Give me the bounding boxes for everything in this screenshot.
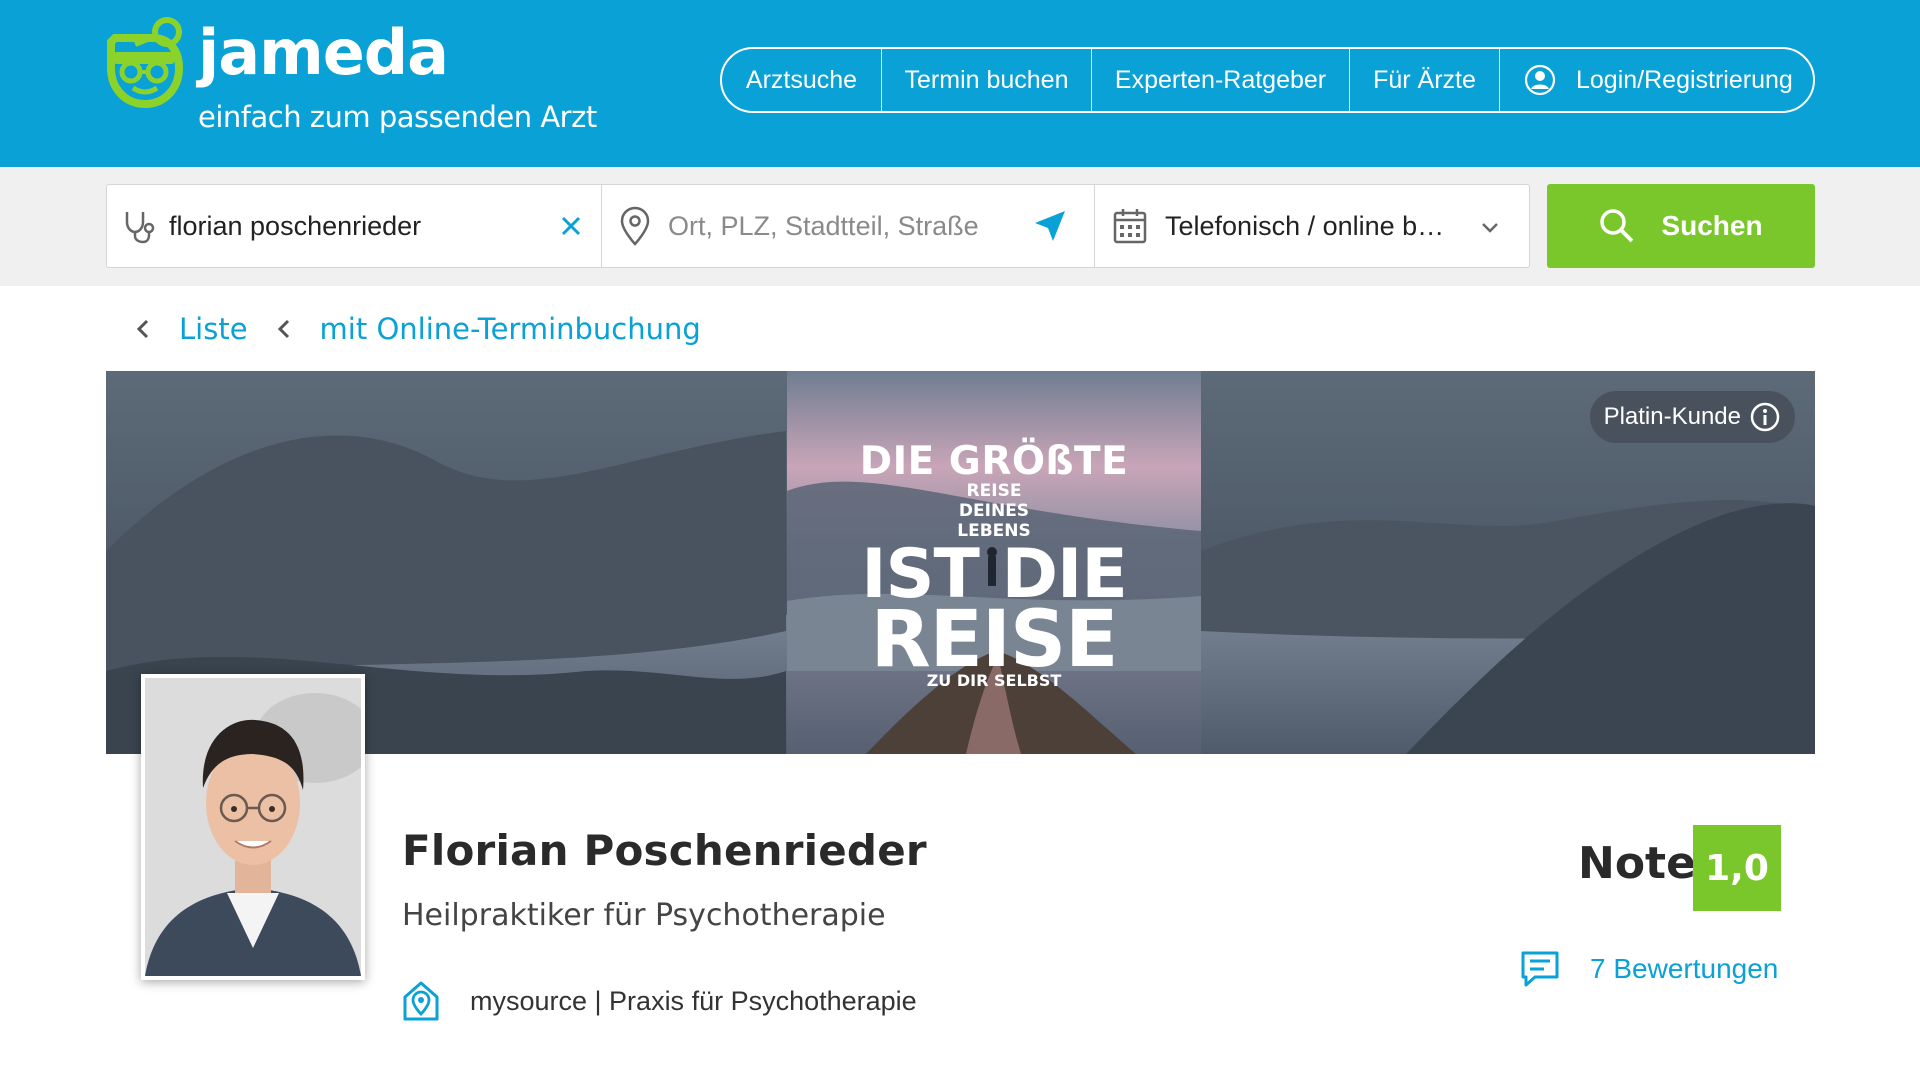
nav-experten-ratgeber[interactable]: Experten-Ratgeber — [1092, 49, 1350, 111]
breadcrumb: Liste mit Online-Terminbuchung — [133, 312, 727, 346]
search-button[interactable]: Suchen — [1547, 184, 1815, 268]
login-label: Login/Registrierung — [1576, 65, 1793, 94]
user-icon — [1524, 64, 1556, 96]
search-location-field[interactable]: Ort, PLZ, Stadtteil, Straße — [601, 185, 1093, 267]
chevron-left-icon — [277, 319, 289, 339]
chevron-left-icon — [136, 319, 149, 339]
profile-photo — [141, 674, 375, 980]
search-icon — [1600, 209, 1634, 243]
doctor-portrait-image — [145, 678, 375, 976]
practice-info[interactable]: mysource | Praxis für Psychotherapie — [402, 980, 917, 1022]
appointment-type-select[interactable]: Telefonisch / online b… — [1094, 185, 1530, 267]
clear-icon[interactable] — [560, 215, 582, 237]
location-pin-icon — [620, 206, 650, 246]
search-form: florian poschenrieder Ort, PLZ, Stadttei… — [106, 184, 1530, 268]
jameda-logo-icon[interactable] — [105, 16, 185, 108]
reviews-link[interactable]: 7 Bewertungen — [1520, 950, 1778, 988]
nav-termin-buchen[interactable]: Termin buchen — [882, 49, 1092, 111]
info-icon[interactable] — [1749, 401, 1781, 433]
breadcrumb-liste[interactable]: Liste — [179, 312, 248, 346]
locate-me-icon[interactable] — [1033, 209, 1067, 243]
main-navigation: Arztsuche Termin buchen Experten-Ratgebe… — [720, 47, 1815, 113]
calendar-icon — [1113, 209, 1147, 244]
doctor-specialty: Heilpraktiker für Psychotherapie — [402, 898, 886, 933]
appointment-type-value: Telefonisch / online b… — [1165, 210, 1445, 241]
brand-tagline: einfach zum passenden Arzt — [198, 100, 597, 134]
brand-name[interactable]: jameda — [198, 22, 449, 84]
nav-login-registrierung[interactable]: Login/Registrierung — [1500, 49, 1813, 111]
reviews-count: 7 Bewertungen — [1590, 953, 1779, 984]
nav-fuer-aerzte[interactable]: Für Ärzte — [1350, 49, 1500, 111]
search-button-label: Suchen — [1661, 210, 1763, 241]
platin-kunde-label: Platin-Kunde — [1603, 403, 1741, 430]
banner-title-line2: REISE — [966, 481, 1022, 501]
rating-badge: 1,0 — [1693, 825, 1781, 911]
site-header: jameda einfach zum passenden Arzt Arztsu… — [0, 0, 1920, 167]
banner-title-line6: REISE — [870, 595, 1119, 685]
search-query-input[interactable]: florian poschenrieder — [169, 211, 421, 242]
rating-label: Note — [1578, 838, 1696, 889]
stethoscope-icon — [125, 212, 155, 244]
doctor-name: Florian Poschenrieder — [402, 826, 927, 875]
nav-arztsuche[interactable]: Arztsuche — [722, 49, 882, 111]
banner-title-line7: ZU DIR SELBST — [926, 671, 1062, 690]
practice-name: mysource | Praxis für Psychotherapie — [470, 985, 917, 1016]
chevron-down-icon — [1482, 223, 1498, 233]
location-input[interactable]: Ort, PLZ, Stadtteil, Straße — [668, 211, 979, 242]
banner-title-line1: DIE GRÖßTE — [859, 439, 1129, 484]
search-query-field[interactable]: florian poschenrieder — [107, 185, 600, 267]
practice-location-icon — [403, 981, 439, 1021]
banner-title-line3: DEINES — [958, 501, 1030, 521]
breadcrumb-online-terminbuchung[interactable]: mit Online-Terminbuchung — [320, 312, 701, 346]
comment-icon — [1521, 951, 1559, 987]
platin-kunde-badge[interactable]: Platin-Kunde — [1589, 391, 1795, 443]
